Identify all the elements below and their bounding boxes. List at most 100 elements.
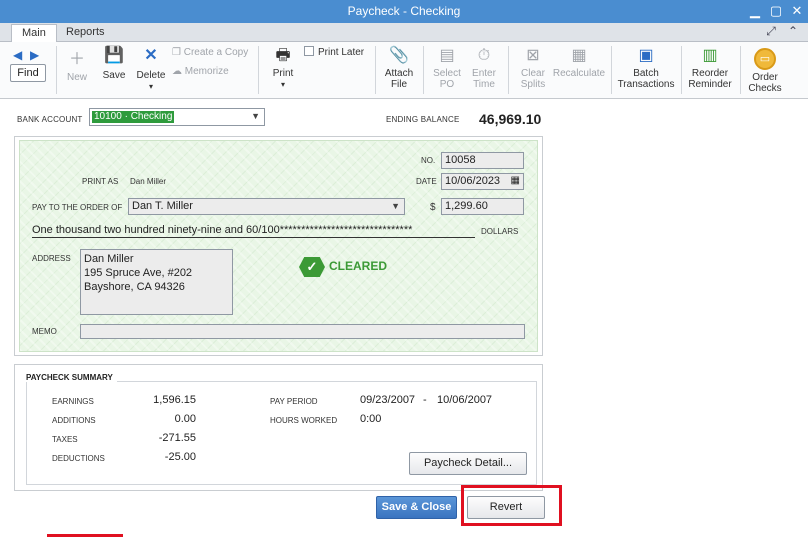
deductions-value: -25.00 bbox=[164, 451, 196, 463]
memorize-button[interactable]: ☁ Memorize bbox=[172, 66, 229, 77]
ending-balance-label: ENDING BALANCE bbox=[386, 115, 460, 124]
toolbar-divider bbox=[423, 46, 424, 94]
minimize-icon[interactable]: ▁ bbox=[746, 2, 764, 20]
deductions-label: DEDUCTIONS bbox=[52, 454, 105, 463]
additions-label: ADDITIONS bbox=[52, 416, 96, 425]
dollar-sign: $ bbox=[430, 202, 436, 213]
select-po-icon: ▤ bbox=[439, 47, 455, 64]
delete-button[interactable]: ✕ Delete ▾ bbox=[136, 46, 166, 92]
toolbar-divider bbox=[611, 46, 612, 94]
checkbox-icon bbox=[304, 46, 314, 56]
address-line-2: 195 Spruce Ave, #202 bbox=[84, 267, 193, 279]
dollars-label: DOLLARS bbox=[481, 227, 519, 236]
batch-transactions-button[interactable]: ▣ Batch Transactions bbox=[617, 46, 675, 90]
payee-select[interactable]: Dan T. Miller ▼ bbox=[128, 198, 405, 215]
chevron-down-icon: ▾ bbox=[280, 80, 285, 89]
toolbar-divider bbox=[740, 46, 741, 94]
memorize-icon: ☁ bbox=[172, 66, 182, 77]
calendar-icon[interactable]: ▦ bbox=[511, 175, 520, 186]
amount-field[interactable]: 1,299.60 bbox=[441, 198, 524, 215]
pay-period-end: 10/06/2007 bbox=[437, 394, 493, 406]
new-doc-icon: ＋ bbox=[68, 51, 85, 68]
earnings-label: EARNINGS bbox=[52, 397, 94, 406]
batch-label-1: Batch bbox=[633, 68, 659, 79]
find-button[interactable]: Find bbox=[10, 64, 46, 82]
select-po-button[interactable]: ▤ Select PO bbox=[430, 46, 464, 90]
check-number-field[interactable]: 10058 bbox=[441, 152, 524, 169]
memo-field[interactable] bbox=[80, 324, 525, 339]
print-as-value: Dan Miller bbox=[130, 177, 167, 186]
order-checks-button[interactable]: ▭ Order Checks bbox=[746, 48, 784, 94]
taxes-label: TAXES bbox=[52, 435, 78, 444]
print-as-label: PRINT AS bbox=[82, 177, 119, 186]
recalculate-label: Recalculate bbox=[552, 68, 606, 79]
delete-x-icon: ✕ bbox=[144, 47, 158, 64]
toolbar-divider bbox=[56, 46, 57, 94]
reorder-label-2: Reminder bbox=[688, 79, 732, 90]
print-label: Print bbox=[272, 68, 294, 79]
taxes-value: -271.55 bbox=[158, 432, 196, 444]
address-line-1: Dan Miller bbox=[84, 253, 134, 265]
ending-balance-value: 46,969.10 bbox=[479, 111, 542, 127]
check-no-label: NO. bbox=[421, 156, 436, 165]
pay-to-label: PAY TO THE ORDER OF bbox=[32, 203, 123, 212]
date-value: 10/06/2023 bbox=[445, 175, 501, 187]
toolbar-divider bbox=[375, 46, 376, 94]
order-checks-label-1: Order bbox=[752, 72, 778, 83]
print-button[interactable]: 🖶 Print ▾ bbox=[268, 46, 298, 90]
expand-icon[interactable]: ⤢ bbox=[763, 24, 779, 40]
cleared-status: ✓ CLEARED bbox=[299, 257, 387, 279]
previous-arrow-icon[interactable]: ◀ bbox=[13, 48, 22, 62]
address-field[interactable]: Dan Miller 195 Spruce Ave, #202 Bayshore… bbox=[80, 249, 233, 315]
bank-account-value: 10100 · Checking bbox=[92, 111, 175, 123]
maximize-icon[interactable]: ▢ bbox=[767, 2, 785, 20]
clear-splits-label-2: Splits bbox=[520, 79, 546, 90]
copy-icon: ❐ bbox=[172, 47, 181, 58]
pay-period-start: 09/23/2007 bbox=[360, 394, 416, 406]
window-title: Paycheck - Checking bbox=[347, 4, 461, 18]
tab-main[interactable]: Main bbox=[11, 24, 57, 42]
new-button[interactable]: ＋ New bbox=[64, 50, 90, 83]
hours-worked-value: 0:00 bbox=[360, 413, 382, 425]
order-checks-icon: ▭ bbox=[754, 48, 776, 70]
cleared-label: CLEARED bbox=[329, 259, 388, 274]
recalculate-button[interactable]: ▦ Recalculate bbox=[552, 46, 606, 79]
tab-reports[interactable]: Reports bbox=[56, 24, 115, 42]
close-icon[interactable]: ✕ bbox=[788, 2, 806, 20]
attach-file-button[interactable]: 📎 Attach File bbox=[382, 46, 416, 90]
clear-splits-button[interactable]: ⊠ Clear Splits bbox=[515, 46, 551, 90]
pay-period-separator: - bbox=[423, 394, 427, 406]
earnings-value: 1,596.15 bbox=[153, 394, 196, 406]
enter-time-button[interactable]: ⏱ Enter Time bbox=[468, 46, 500, 90]
save-close-button[interactable]: Save & Close bbox=[376, 496, 457, 519]
print-later-checkbox[interactable]: Print Later bbox=[304, 46, 364, 58]
bank-account-select[interactable]: 10100 · Checking ▼ bbox=[89, 108, 265, 126]
create-copy-label: Create a Copy bbox=[183, 47, 249, 58]
printer-icon: 🖶 bbox=[275, 47, 291, 64]
delete-label: Delete bbox=[136, 70, 166, 81]
payee-value: Dan T. Miller bbox=[132, 200, 193, 212]
reorder-reminder-button[interactable]: ▥ Reorder Reminder bbox=[687, 46, 733, 90]
select-po-label-1: Select bbox=[433, 68, 461, 79]
chevron-down-icon: ▾ bbox=[148, 82, 153, 91]
calculator-icon: ▦ bbox=[571, 47, 587, 64]
create-copy-button[interactable]: ❐ Create a Copy bbox=[172, 47, 248, 58]
reorder-icon: ▥ bbox=[702, 47, 718, 64]
bank-account-label: BANK ACCOUNT bbox=[17, 115, 83, 124]
enter-time-label-2: Time bbox=[473, 79, 495, 90]
paycheck-detail-button[interactable]: Paycheck Detail... bbox=[409, 452, 527, 475]
save-label: Save bbox=[102, 70, 126, 81]
collapse-ribbon-icon[interactable]: ⌃ bbox=[785, 24, 801, 40]
save-button[interactable]: 💾 Save bbox=[100, 46, 128, 81]
toolbar-divider bbox=[681, 46, 682, 94]
additions-value: 0.00 bbox=[174, 413, 196, 425]
batch-icon: ▣ bbox=[638, 47, 654, 64]
date-field[interactable]: 10/06/2023 ▦ bbox=[441, 173, 524, 190]
hours-worked-label: HOURS WORKED bbox=[270, 416, 338, 425]
order-checks-label-2: Checks bbox=[748, 83, 782, 94]
print-later-label: Print Later bbox=[318, 47, 365, 58]
next-arrow-icon[interactable]: ▶ bbox=[30, 48, 39, 62]
toolbar: ◀ ▶ Find ＋ New 💾 Save ✕ Delete ▾ ❐ Creat… bbox=[0, 42, 808, 99]
memorize-label: Memorize bbox=[184, 66, 229, 77]
clear-splits-icon: ⊠ bbox=[526, 47, 540, 64]
